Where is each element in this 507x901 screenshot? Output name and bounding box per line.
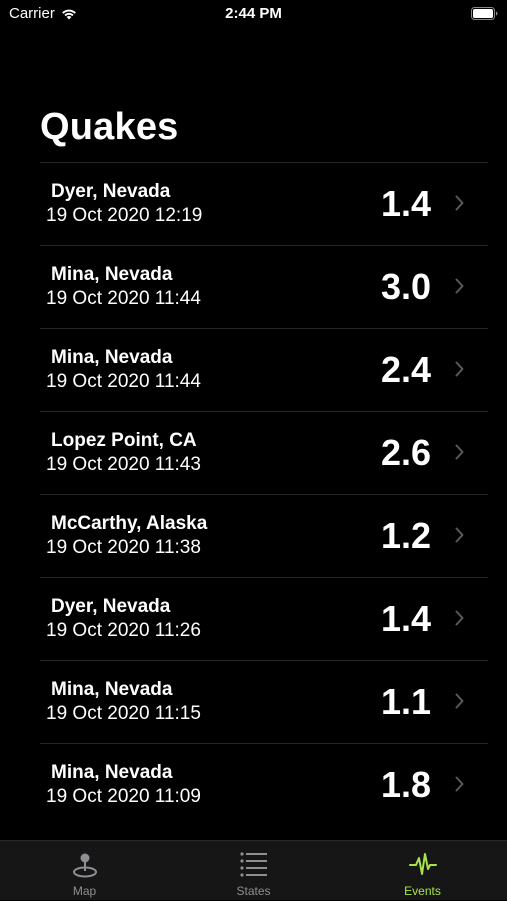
quake-time: 19 Oct 2020 11:44 [46,371,201,392]
tab-map[interactable]: Map [0,841,169,901]
quake-place: McCarthy, Alaska [51,513,208,534]
activity-pulse-icon [408,853,437,875]
chevron-right-icon [455,610,464,626]
chevron-right-icon [455,361,464,377]
map-pin-icon [72,853,97,878]
quake-row[interactable]: Mina, Nevada 19 Oct 2020 11:15 1.1 [40,660,488,743]
quake-magnitude: 1.4 [380,598,431,639]
quake-time: 19 Oct 2020 11:26 [46,620,201,641]
tab-label: Events [404,884,441,898]
quake-time: 19 Oct 2020 11:15 [46,703,201,724]
quake-list: Dyer, Nevada 19 Oct 2020 12:19 1.4 Mina,… [40,162,488,826]
quake-magnitude: 3.0 [380,266,431,307]
quake-time: 19 Oct 2020 11:44 [46,288,201,309]
quake-time: 19 Oct 2020 11:43 [46,454,201,475]
quake-row[interactable]: Dyer, Nevada 19 Oct 2020 12:19 1.4 [40,162,488,245]
quake-magnitude: 2.4 [380,349,431,390]
quake-row[interactable]: McCarthy, Alaska 19 Oct 2020 11:38 1.2 [40,494,488,577]
quake-place: Mina, Nevada [51,679,173,700]
quake-place: Dyer, Nevada [51,181,171,202]
quake-magnitude: 1.2 [380,515,431,556]
quake-time: 19 Oct 2020 11:09 [46,786,201,807]
chevron-right-icon [455,444,464,460]
quake-place: Lopez Point, CA [51,430,197,451]
battery-icon [471,7,498,20]
list-icon [239,852,267,877]
tab-label: Map [72,884,97,898]
tab-states[interactable]: States [169,841,338,901]
quake-row[interactable]: Mina, Nevada 19 Oct 2020 11:09 1.8 [40,743,488,826]
quake-row[interactable]: Mina, Nevada 19 Oct 2020 11:44 2.4 [40,328,488,411]
quake-row[interactable]: Mina, Nevada 19 Oct 2020 11:44 3.0 [40,245,488,328]
chevron-right-icon [455,527,464,543]
quake-place: Dyer, Nevada [51,596,171,617]
quake-place: Mina, Nevada [51,347,173,368]
quake-magnitude: 1.4 [380,183,431,224]
quake-magnitude: 1.1 [380,681,431,722]
chevron-right-icon [455,195,464,211]
page-title: Quakes [40,106,179,148]
tab-bar: Map States Events [0,840,507,900]
quake-time: 19 Oct 2020 11:38 [46,537,201,558]
tab-events[interactable]: Events [338,841,507,901]
chevron-right-icon [455,278,464,294]
chevron-right-icon [455,693,464,709]
status-bar: Carrier 2:44 PM [0,0,507,30]
quake-place: Mina, Nevada [51,762,173,783]
status-clock: 2:44 PM [225,5,282,22]
quake-place: Mina, Nevada [51,264,173,285]
quake-time: 19 Oct 2020 12:19 [46,205,203,226]
quake-row[interactable]: Lopez Point, CA 19 Oct 2020 11:43 2.6 [40,411,488,494]
chevron-right-icon [455,776,464,792]
quake-magnitude: 1.8 [380,764,431,805]
quake-row[interactable]: Dyer, Nevada 19 Oct 2020 11:26 1.4 [40,577,488,660]
quake-magnitude: 2.6 [380,432,431,473]
tab-label: States [236,884,271,898]
